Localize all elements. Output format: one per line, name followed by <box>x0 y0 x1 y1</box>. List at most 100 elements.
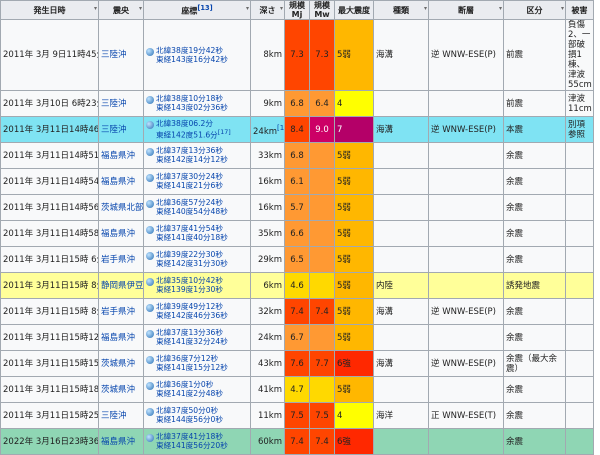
depth-cell: 32km <box>250 298 285 325</box>
sort-icon[interactable]: ▾ <box>139 5 142 12</box>
lon-link[interactable]: 東経142度51.6分 <box>156 130 218 139</box>
datetime-cell: 2011年 3月11日14時51分 <box>0 142 99 169</box>
header-intensity[interactable]: 最大震度 <box>334 0 374 20</box>
epicenter-link[interactable]: 岩手県沖 <box>98 246 144 273</box>
header-damage[interactable]: 被害 <box>565 0 594 20</box>
mw-cell: 9.0 <box>309 116 335 143</box>
lat-link[interactable]: 北緯37度30分24秒 <box>156 172 223 181</box>
header-scale-mw[interactable]: 規模 Mw <box>309 0 335 20</box>
lat-link[interactable]: 北緯36度57分24秒 <box>156 198 223 207</box>
table-row: 2011年 3月11日15時 8分 岩手県沖 北緯39度49分12秒 東経142度46… <box>0 298 594 325</box>
coords-cell[interactable]: 北緯38度19分42秒 東経143度16分42秒 <box>143 19 251 91</box>
coords-cell[interactable]: 北緯36度1分0秒 東経141度2分48秒 <box>143 376 251 403</box>
fault-cell <box>428 272 504 299</box>
epicenter-link[interactable]: 福島県沖 <box>98 428 144 455</box>
type-cell: 内陸 <box>373 272 429 299</box>
sort-icon[interactable]: ▾ <box>246 5 249 12</box>
coords-cell[interactable]: 北緯39度49分12秒 東経142度46分36秒 <box>143 298 251 325</box>
table-row: 2011年 3月11日14時46分 三陸沖 北緯38度06.2分 東経142度51.6… <box>0 116 594 143</box>
coords-cell[interactable]: 北緯37度41分54秒 東経141度40分18秒 <box>143 220 251 247</box>
lon-link[interactable]: 東経142度46分36秒 <box>156 311 228 320</box>
damage-cell <box>565 376 594 403</box>
lat-link[interactable]: 北緯37度13分36秒 <box>156 328 223 337</box>
datetime-cell: 2011年 3月11日15時 8分 <box>0 272 99 299</box>
lat-link[interactable]: 北緯39度22分30秒 <box>156 250 223 259</box>
coords-ref-link[interactable]: [13] <box>197 4 212 12</box>
lat-link[interactable]: 北緯37度41分54秒 <box>156 224 223 233</box>
sort-icon[interactable]: ▾ <box>561 5 564 12</box>
lat-link[interactable]: 北緯39度49分12秒 <box>156 302 223 311</box>
lon-link[interactable]: 東経143度02分36秒 <box>156 103 228 112</box>
lat-link[interactable]: 北緯37度41分18秒 <box>156 432 223 441</box>
coords-footnote[interactable]: [17] <box>218 129 231 136</box>
lat-link[interactable]: 北緯36度7分12秒 <box>156 354 218 363</box>
coords-cell[interactable]: 北緯37度30分24秒 東経141度21分6秒 <box>143 168 251 195</box>
epicenter-link[interactable]: 福島県沖 <box>98 142 144 169</box>
coords-cell[interactable]: 北緯39度22分30秒 東経142度31分30秒 <box>143 246 251 273</box>
category-cell: 余震 <box>503 220 566 247</box>
header-fault[interactable]: 断層 ▾ <box>428 0 504 20</box>
lon-link[interactable]: 東経140度54分48秒 <box>156 207 228 216</box>
header-scale-mj[interactable]: 規模 Mj <box>284 0 310 20</box>
lon-link[interactable]: 東経141度2分48秒 <box>156 389 223 398</box>
sort-icon[interactable]: ▾ <box>94 5 97 12</box>
epicenter-link[interactable]: 岩手県沖 <box>98 298 144 325</box>
header-epicenter[interactable]: 震央 ▾ <box>98 0 144 20</box>
sort-icon[interactable]: ▾ <box>499 5 502 12</box>
epicenter-link[interactable]: 三陸沖 <box>98 402 144 429</box>
epicenter-link[interactable]: 三陸沖 <box>98 19 144 91</box>
type-cell <box>373 324 429 351</box>
damage-cell <box>565 194 594 221</box>
lat-link[interactable]: 北緯36度1分0秒 <box>156 380 213 389</box>
lat-link[interactable]: 北緯38度19分42秒 <box>156 46 223 55</box>
lon-link[interactable]: 東経144度56分0秒 <box>156 415 223 424</box>
header-depth[interactable]: 深さ ▾ <box>250 0 285 20</box>
lat-link[interactable]: 北緯38度10分18秒 <box>156 94 223 103</box>
header-type[interactable]: 種類 ▾ <box>373 0 429 20</box>
coords-cell[interactable]: 北緯35度10分42秒 東経139度1分30秒 <box>143 272 251 299</box>
coords-cell[interactable]: 北緯36度57分24秒 東経140度54分48秒 <box>143 194 251 221</box>
lon-link[interactable]: 東経142度14分12秒 <box>156 155 228 164</box>
table-row: 2022年 3月16日23時36分 福島県沖 北緯37度41分18秒 東経141度56… <box>0 428 594 455</box>
mw-cell <box>309 324 335 351</box>
lat-link[interactable]: 北緯38度06.2分 <box>156 119 213 128</box>
coords-cell[interactable]: 北緯37度50分0秒 東経144度56分0秒 <box>143 402 251 429</box>
epicenter-link[interactable]: 茨城県沖 <box>98 350 144 377</box>
lon-link[interactable]: 東経141度56分20秒 <box>156 441 228 450</box>
lon-link[interactable]: 東経141度15分12秒 <box>156 363 228 372</box>
coords-cell[interactable]: 北緯38度10分18秒 東経143度02分36秒 <box>143 90 251 117</box>
header-coords[interactable]: 座標[13] ▾ <box>143 0 251 20</box>
depth-cell: 6km <box>250 272 285 299</box>
lon-link[interactable]: 東経141度21分6秒 <box>156 181 223 190</box>
lon-link[interactable]: 東経142度31分30秒 <box>156 259 228 268</box>
lat-link[interactable]: 北緯37度13分36秒 <box>156 146 223 155</box>
coords-cell[interactable]: 北緯38度06.2分 東経142度51.6分[17] <box>143 116 251 143</box>
coords-cell[interactable]: 北緯37度41分18秒 東経141度56分20秒 <box>143 428 251 455</box>
mj-cell: 5.7 <box>284 194 310 221</box>
header-category[interactable]: 区分 ▾ <box>503 0 566 20</box>
lat-link[interactable]: 北緯37度50分0秒 <box>156 406 218 415</box>
header-datetime[interactable]: 発生日時 ▾ <box>0 0 99 20</box>
lon-link[interactable]: 東経143度16分42秒 <box>156 55 228 64</box>
depth-footnote[interactable]: [18] <box>277 123 283 132</box>
sort-icon[interactable]: ▾ <box>424 5 427 12</box>
epicenter-link[interactable]: 茨城県北部 <box>98 194 144 221</box>
epicenter-link[interactable]: 福島県沖 <box>98 168 144 195</box>
lat-link[interactable]: 北緯35度10分42秒 <box>156 276 223 285</box>
lon-link[interactable]: 東経141度32分24秒 <box>156 337 228 346</box>
lon-link[interactable]: 東経139度1分30秒 <box>156 285 223 294</box>
header-row: 発生日時 ▾ 震央 ▾ 座標[13] ▾ 深さ ▾ 規模 Mj 規模 Mw 最大震度 種類 ▾… <box>0 0 594 20</box>
datetime-cell: 2011年 3月11日14時54分 <box>0 168 99 195</box>
lon-link[interactable]: 東経141度40分18秒 <box>156 233 228 242</box>
epicenter-link[interactable]: 静岡県伊豆地方 <box>98 272 144 299</box>
sort-icon[interactable]: ▾ <box>280 5 283 12</box>
coords-cell[interactable]: 北緯36度7分12秒 東経141度15分12秒 <box>143 350 251 377</box>
coords-cell[interactable]: 北緯37度13分36秒 東経142度14分12秒 <box>143 142 251 169</box>
epicenter-link[interactable]: 茨城県沖 <box>98 376 144 403</box>
epicenter-link[interactable]: 福島県沖 <box>98 324 144 351</box>
epicenter-link[interactable]: 福島県沖 <box>98 220 144 247</box>
epicenter-link[interactable]: 三陸沖 <box>98 90 144 117</box>
coords-cell[interactable]: 北緯37度13分36秒 東経141度32分24秒 <box>143 324 251 351</box>
epicenter-link[interactable]: 三陸沖 <box>98 116 144 143</box>
mj-cell: 7.4 <box>284 298 310 325</box>
